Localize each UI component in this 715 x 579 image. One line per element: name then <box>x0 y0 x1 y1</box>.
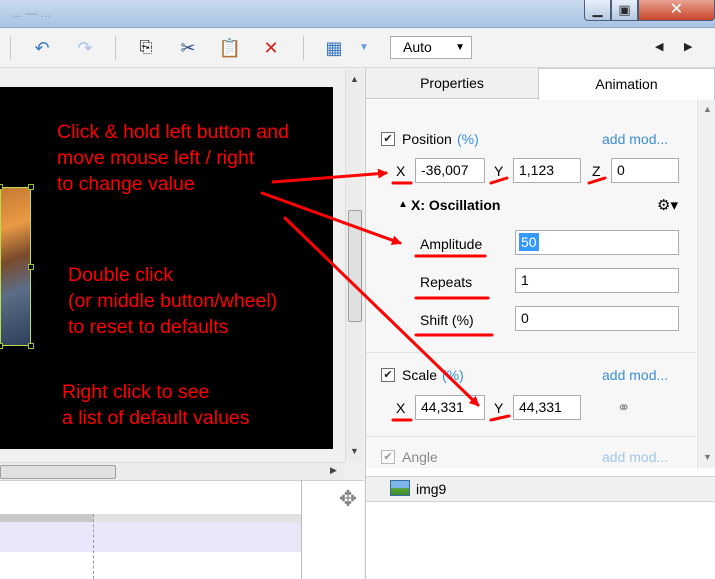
close-icon: ✕ <box>669 1 684 18</box>
scroll-down-icon[interactable]: ▼ <box>703 452 712 462</box>
annotation-reset: Double click (or middle button/wheel) to… <box>68 262 277 340</box>
collapse-icon[interactable]: ▲ <box>398 199 408 210</box>
amplitude-input[interactable]: 50 <box>515 230 679 255</box>
move-icon[interactable]: ✥ <box>334 485 362 513</box>
close-button[interactable]: ✕ <box>638 0 715 21</box>
scroll-right-icon[interactable]: ▶ <box>330 465 337 476</box>
chevron-down-icon: ▼ <box>455 42 465 53</box>
annotation-line: move mouse left / right <box>57 147 255 169</box>
annotation-line: to reset to defaults <box>68 316 229 338</box>
gear-icon[interactable]: ⚙▾ <box>657 196 678 214</box>
scale-checkbox[interactable]: ✔ <box>381 368 395 382</box>
position-x-label: X <box>396 163 406 179</box>
timeline-marker <box>93 514 94 579</box>
scroll-right-icon[interactable]: ▶ <box>684 40 692 53</box>
amplitude-label: Amplitude <box>420 236 483 252</box>
grid-dropdown-icon[interactable]: ▼ <box>352 36 376 60</box>
toolbar-separator <box>115 36 116 60</box>
repeats-input[interactable]: 1 <box>515 268 679 293</box>
maximize-icon: ▣ <box>618 2 631 17</box>
scrollbar-thumb[interactable] <box>0 465 116 479</box>
image-icon <box>390 480 410 496</box>
grid-icon[interactable]: ▦ <box>322 36 346 60</box>
minimize-button[interactable]: ▁ <box>584 0 611 21</box>
panel-tabs: Properties Animation <box>366 68 715 100</box>
scale-add-modifier-link[interactable]: add mod... <box>602 367 668 383</box>
resize-handle[interactable] <box>28 343 34 349</box>
annotation-drag: Click & hold left button and move mouse … <box>57 119 289 197</box>
position-z-label: Z <box>592 163 601 179</box>
position-y-input[interactable]: 1,123 <box>513 158 581 183</box>
tab-properties[interactable]: Properties <box>366 68 538 99</box>
tab-animation[interactable]: Animation <box>538 68 715 100</box>
position-label: Position <box>402 131 452 147</box>
redo-icon[interactable]: ↷ <box>73 36 97 60</box>
timeline-track[interactable] <box>0 522 301 552</box>
section-divider <box>366 436 696 437</box>
resize-handle[interactable] <box>0 184 3 190</box>
position-y-label: Y <box>494 163 504 179</box>
image-object[interactable] <box>0 187 31 346</box>
amplitude-value: 50 <box>519 233 539 251</box>
copy-icon[interactable]: ⎘ <box>134 36 158 60</box>
cut-icon[interactable]: ✂ <box>176 36 200 60</box>
timeline-ruler <box>0 514 93 522</box>
scroll-up-icon[interactable]: ▲ <box>703 104 712 114</box>
angle-label: Angle <box>402 449 438 465</box>
scroll-down-icon[interactable]: ▼ <box>350 446 359 456</box>
angle-add-modifier-link[interactable]: add mod... <box>602 449 668 465</box>
annotation-line: Right click to see <box>62 381 210 403</box>
scale-x-label: X <box>396 400 406 416</box>
position-z-input[interactable]: 0 <box>611 158 679 183</box>
maximize-button[interactable]: ▣ <box>611 0 638 21</box>
canvas-horizontal-scrollbar[interactable]: ▶ <box>0 462 345 480</box>
scale-x-input[interactable]: 44,331 <box>415 395 485 420</box>
zoom-select-value: Auto <box>403 39 432 55</box>
scrollbar-thumb[interactable] <box>348 210 362 322</box>
oscillation-title: X: Oscillation <box>411 197 501 213</box>
position-add-modifier-link[interactable]: add mod... <box>602 131 668 147</box>
annotation-line: a list of default values <box>62 407 250 429</box>
scale-y-input[interactable]: 44,331 <box>513 395 581 420</box>
scroll-up-icon[interactable]: ▲ <box>350 74 359 84</box>
annotation-line: Click & hold left button and <box>57 121 289 143</box>
link-icon[interactable]: ⚭ <box>617 398 630 418</box>
scale-label: Scale <box>402 367 438 383</box>
timeline-ruler <box>93 514 301 522</box>
object-name: img9 <box>416 481 447 497</box>
resize-handle[interactable] <box>28 264 34 270</box>
toolbar-separator <box>10 36 11 60</box>
position-x-input[interactable]: -36,007 <box>415 158 485 183</box>
minimize-icon: ▁ <box>592 2 603 17</box>
undo-icon[interactable]: ↶ <box>30 36 54 60</box>
window-title: ... — ... <box>12 6 51 20</box>
position-percent-toggle[interactable]: (%) <box>457 131 479 147</box>
resize-handle[interactable] <box>0 343 3 349</box>
timeline-divider <box>301 480 302 579</box>
scroll-left-icon[interactable]: ◀ <box>655 40 663 53</box>
repeats-label: Repeats <box>420 274 473 290</box>
annotation-list: Right click to see a list of default val… <box>62 379 250 431</box>
shift-input[interactable]: 0 <box>515 306 679 331</box>
angle-checkbox[interactable]: ✔ <box>381 450 395 464</box>
canvas-vertical-scrollbar[interactable]: ▲ ▼ <box>345 70 363 462</box>
delete-icon[interactable]: ✕ <box>259 36 283 60</box>
resize-handle[interactable] <box>28 184 34 190</box>
paste-icon[interactable]: 📋 <box>218 36 242 60</box>
scale-y-label: Y <box>494 400 504 416</box>
toolbar: ↶ ↷ ⎘ ✂ 📋 ✕ ▦ ▼ Auto ▼ ◀ ▶ <box>0 28 715 68</box>
properties-scrollbar[interactable]: ▲ ▼ <box>697 100 715 468</box>
annotation-line: Double click <box>68 264 174 286</box>
annotation-line: to change value <box>57 173 195 195</box>
shift-label: Shift (%) <box>420 312 474 328</box>
annotation-line: (or middle button/wheel) <box>68 290 278 312</box>
section-divider <box>366 352 696 353</box>
position-checkbox[interactable]: ✔ <box>381 132 395 146</box>
toolbar-separator <box>303 36 304 60</box>
zoom-select[interactable]: Auto ▼ <box>390 36 472 59</box>
scale-percent-toggle[interactable]: (%) <box>442 367 464 383</box>
